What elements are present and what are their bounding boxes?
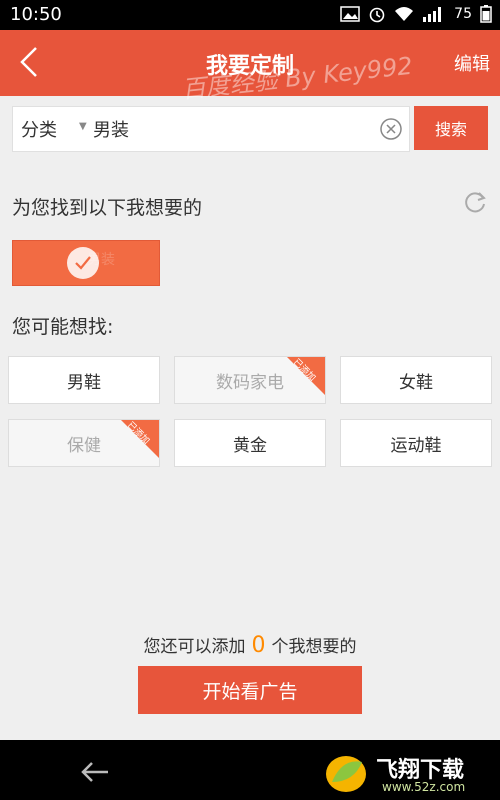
refresh-icon[interactable]: [462, 190, 488, 216]
remaining-count: 0: [251, 633, 266, 658]
suggest-item-男鞋[interactable]: 男鞋: [8, 356, 160, 404]
search-input[interactable]: 男装: [93, 116, 129, 142]
battery-level: 75: [454, 6, 472, 22]
status-icons: 75: [340, 5, 492, 23]
found-section-title: 为您找到以下我想要的: [12, 197, 203, 219]
signal-icon: [423, 7, 442, 22]
status-bar: 10:50 75: [0, 0, 500, 30]
site-logo: 飞翔下载 www.52z.com: [322, 750, 492, 796]
image-icon: [340, 6, 360, 22]
remaining-prefix: 您还可以添加: [143, 637, 246, 657]
suggest-item-label: 女鞋: [399, 372, 433, 393]
clear-icon[interactable]: [379, 117, 403, 141]
remaining-suffix: 个我想要的: [271, 637, 357, 657]
suggest-item-label: 运动鞋: [390, 435, 442, 456]
search-button[interactable]: 搜索: [414, 106, 488, 150]
suggest-item-女鞋[interactable]: 女鞋: [340, 356, 492, 404]
remaining-count-text: 您还可以添加 0 个我想要的: [0, 632, 500, 658]
category-selector[interactable]: 分类: [21, 116, 57, 142]
start-watch-ads-button[interactable]: 开始看广告: [138, 666, 362, 714]
nav-back-icon[interactable]: [78, 758, 112, 786]
battery-icon: [480, 5, 492, 23]
alarm-icon: [369, 7, 385, 23]
added-ribbon-icon: 已添加: [117, 420, 159, 462]
edit-button[interactable]: 编辑: [454, 50, 490, 76]
added-ribbon-icon: 已添加: [283, 357, 325, 399]
suggest-section-title: 您可能想找:: [12, 316, 114, 338]
suggest-item-运动鞋[interactable]: 运动鞋: [340, 419, 492, 467]
nav-bar: 飞翔下载 www.52z.com: [0, 740, 500, 800]
status-time: 10:50: [10, 4, 62, 25]
logo-sub-text: www.52z.com: [382, 780, 466, 794]
suggest-item-保健[interactable]: 保健 已添加: [8, 419, 160, 467]
suggest-item-label: 男鞋: [67, 372, 101, 393]
chevron-down-icon[interactable]: ▼: [79, 121, 87, 132]
leaf-logo-icon: [326, 756, 366, 792]
page-title: 我要定制: [205, 54, 294, 79]
search-bar: 分类 ▼ 男装: [12, 106, 410, 152]
check-icon: [75, 256, 91, 270]
selected-chip[interactable]: 男装: [12, 240, 160, 286]
suggest-item-黄金[interactable]: 黄金: [174, 419, 326, 467]
suggest-item-label: 黄金: [233, 435, 267, 456]
suggest-item-label: 保健: [67, 435, 101, 456]
suggest-item-label: 数码家电: [216, 372, 284, 393]
suggest-item-数码家电[interactable]: 数码家电 已添加: [174, 356, 326, 404]
app-bar: 我要定制 编辑: [0, 30, 500, 96]
check-circle: [67, 247, 99, 279]
wifi-icon: [395, 7, 414, 21]
